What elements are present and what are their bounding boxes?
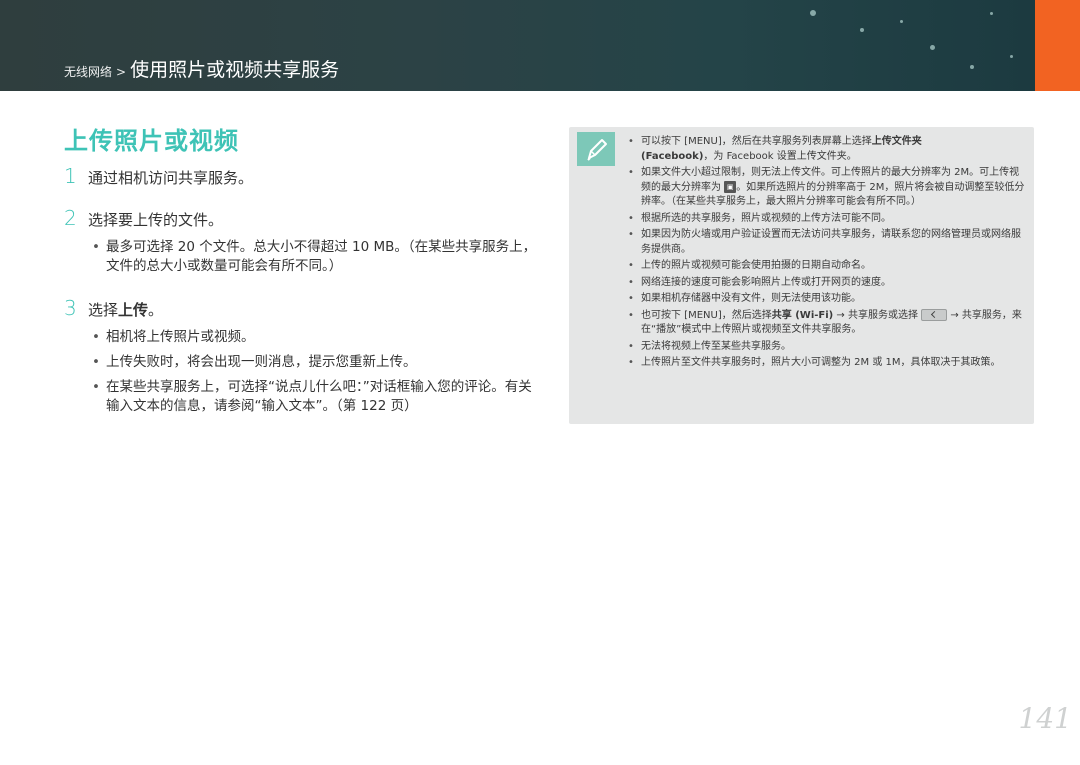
- video-size-icon: ▣: [724, 180, 737, 193]
- sparkle-decoration: [810, 10, 816, 16]
- step-text: 选择要上传的文件。: [88, 211, 224, 229]
- sparkle-decoration: [990, 12, 993, 15]
- step-number: 2: [64, 206, 77, 230]
- breadcrumb-current: 使用照片或视频共享服务: [130, 59, 340, 81]
- note-item: 可以按下 [MENU]，然后在共享服务列表屏幕上选择上传文件夹 (Facebook…: [625, 135, 1025, 164]
- note-item: 如果因为防火墙或用户验证设置而无法访问共享服务，请联系您的网络管理员或网络服务提…: [625, 228, 1025, 257]
- sparkle-decoration: [970, 65, 974, 69]
- list-item: 上传失败时，将会出现一则消息，提示您重新上传。: [90, 353, 540, 372]
- step-text-bold: 上传: [118, 301, 149, 319]
- note-item: 如果文件大小超过限制，则无法上传文件。可上传照片的最大分辨率为 2M。可上传视频…: [625, 166, 1025, 210]
- breadcrumb: 无线网络 > 使用照片或视频共享服务: [64, 55, 339, 82]
- step-text: 通过相机访问共享服务。: [88, 169, 254, 187]
- step-3: 3 选择上传。: [64, 296, 163, 320]
- step-2: 2 选择要上传的文件。: [64, 206, 223, 230]
- share-key-icon: [921, 308, 948, 321]
- note-text-bold: 上传文件夹: [871, 136, 922, 147]
- chapter-tab: [1035, 0, 1080, 91]
- step-number: 3: [64, 296, 77, 320]
- list-item: 最多可选择 20 个文件。总大小不得超过 10 MB。（在某些共享服务上，文件的…: [90, 238, 540, 276]
- section-title: 上传照片或视频: [64, 127, 239, 155]
- step-1: 1 通过相机访问共享服务。: [64, 164, 253, 188]
- note-text: ，为 Facebook 设置上传文件夹。: [703, 150, 857, 162]
- step-2-bullets: 最多可选择 20 个文件。总大小不得超过 10 MB。（在某些共享服务上，文件的…: [90, 238, 540, 282]
- sparkle-decoration: [900, 20, 903, 23]
- page-number: 141: [1018, 702, 1072, 735]
- pencil-note-icon: [577, 132, 615, 166]
- note-list: 可以按下 [MENU]，然后在共享服务列表屏幕上选择上传文件夹 (Facebook…: [625, 135, 1025, 373]
- list-item: 在某些共享服务上，可选择“说点儿什么吧：”对话框输入您的评论。有关输入文本的信息…: [90, 378, 540, 416]
- sparkle-decoration: [860, 28, 864, 32]
- note-text: 可以按下 [MENU]，然后在共享服务列表屏幕上选择: [641, 136, 872, 147]
- note-text: → 共享服务或选择: [836, 309, 918, 321]
- note-text: 也可按下 [MENU]，然后选择: [641, 309, 772, 321]
- note-item: 上传的照片或视频可能会使用拍摄的日期自动命名。: [625, 259, 1025, 274]
- note-item: 上传照片至文件共享服务时，照片大小可调整为 2M 或 1M，具体取决于其政策。: [625, 356, 1025, 371]
- step-number: 1: [64, 164, 77, 188]
- note-text-bold: 共享 (Wi-Fi): [771, 309, 834, 321]
- breadcrumb-separator: >: [116, 65, 127, 79]
- breadcrumb-parent[interactable]: 无线网络: [64, 63, 112, 80]
- note-item: 也可按下 [MENU]，然后选择共享 (Wi-Fi) → 共享服务或选择 → 共…: [625, 308, 1025, 338]
- note-item: 如果相机存储器中没有文件，则无法使用该功能。: [625, 292, 1025, 307]
- sparkle-decoration: [930, 45, 935, 50]
- step-text: 选择上传。: [88, 299, 163, 320]
- sparkle-decoration: [1010, 55, 1013, 58]
- note-text-bold: (Facebook): [641, 150, 704, 162]
- step-text-suffix: 。: [148, 301, 164, 319]
- note-item: 无法将视频上传至某些共享服务。: [625, 340, 1025, 355]
- step-3-bullets: 相机将上传照片或视频。 上传失败时，将会出现一则消息，提示您重新上传。 在某些共…: [90, 328, 540, 422]
- list-item: 相机将上传照片或视频。: [90, 328, 540, 347]
- note-item: 根据所选的共享服务，照片或视频的上传方法可能不同。: [625, 212, 1025, 227]
- step-text-prefix: 选择: [88, 301, 119, 319]
- note-item: 网络连接的速度可能会影响照片上传或打开网页的速度。: [625, 276, 1025, 291]
